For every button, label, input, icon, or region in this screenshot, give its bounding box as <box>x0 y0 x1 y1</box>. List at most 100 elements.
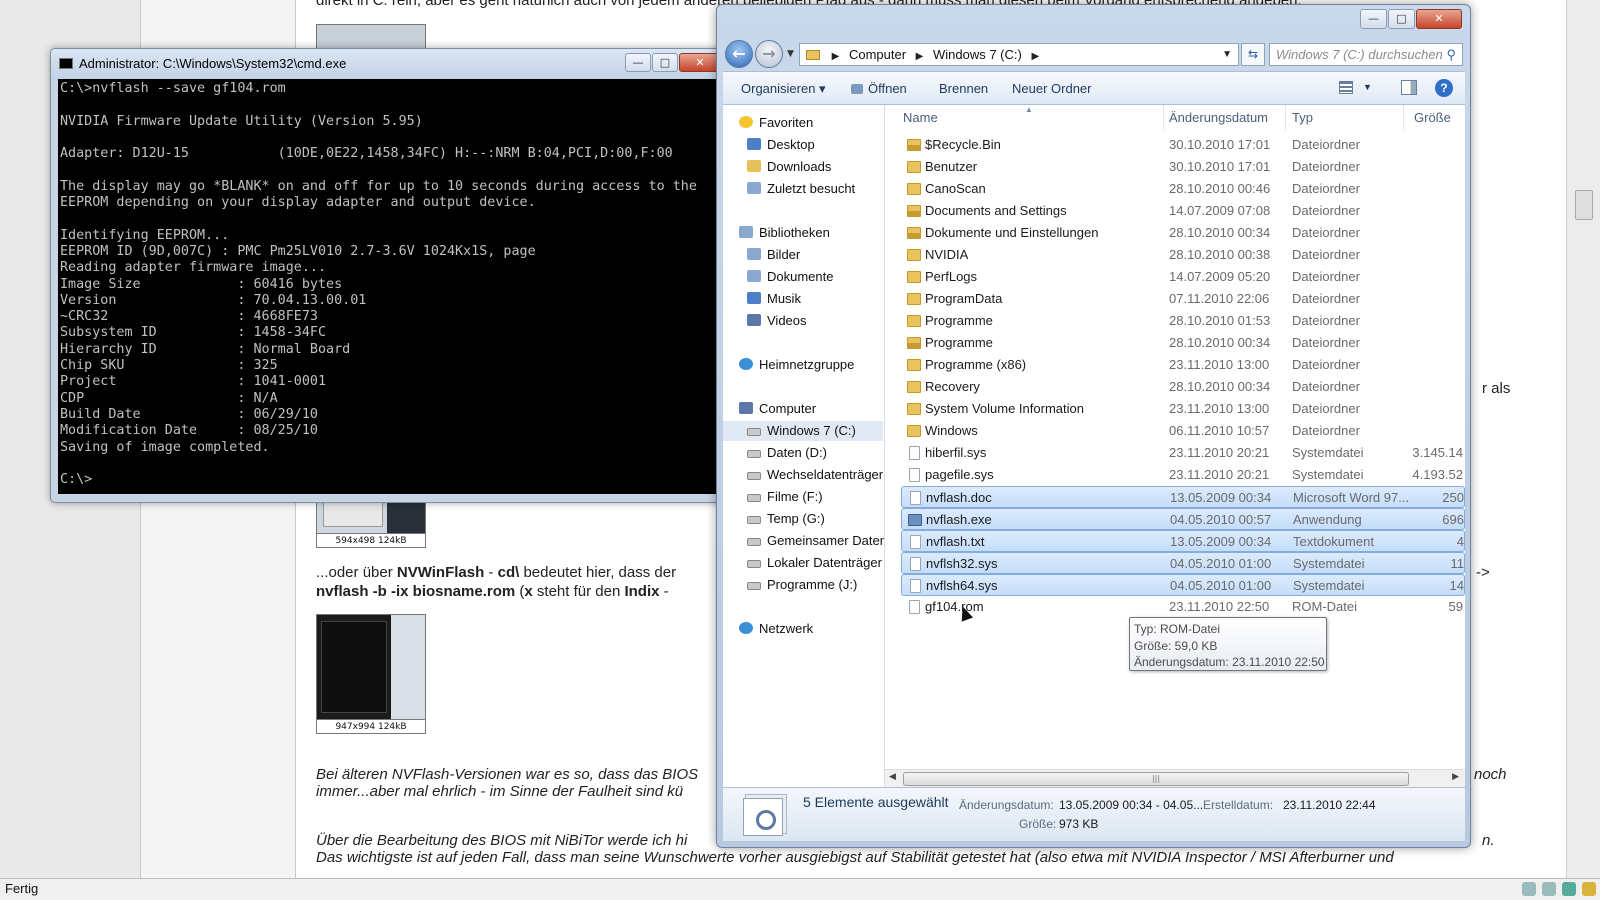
column-divider[interactable] <box>1163 105 1164 131</box>
nav-shared[interactable]: Gemeinsamer Daten <box>747 531 884 551</box>
nav-computer[interactable]: Computer <box>739 399 884 419</box>
column-name[interactable]: Name <box>903 105 938 131</box>
page-text-italic-2b: Das wichtigste ist auf jeden Fall, dass … <box>316 849 1394 866</box>
nav-favorites[interactable]: Favoriten <box>739 113 884 133</box>
breadcrumb-chevron-icon[interactable]: ▶ <box>916 51 924 62</box>
preview-pane-icon[interactable] <box>1401 80 1417 95</box>
history-dropdown-icon[interactable]: ▼ <box>787 49 794 59</box>
file-row[interactable]: Dokumente und Einstellungen 28.10.2010 00… <box>901 222 1465 244</box>
folder-icon <box>907 315 921 327</box>
file-row[interactable]: Programme (x86) 23.11.2010 13:00 Dateiordn… <box>901 354 1465 376</box>
column-type[interactable]: Typ <box>1292 105 1313 131</box>
nav-music[interactable]: Musik <box>747 289 884 309</box>
file-row[interactable]: Programme 28.10.2010 01:53 Dateiordner <box>901 310 1465 332</box>
page-scrollbar-thumb[interactable] <box>1575 190 1593 220</box>
file-row[interactable]: nvflash.doc 13.05.2009 00:34 Microsoft Wor… <box>901 486 1465 508</box>
thumbnail-2[interactable]: 947x994 124kB <box>316 614 426 734</box>
page-text-fragment-1: r als <box>1482 380 1511 397</box>
sort-arrow-icon: ▲ <box>1025 105 1033 114</box>
column-date[interactable]: Änderungsdatum <box>1169 105 1268 131</box>
file-row[interactable]: Windows 06.11.2010 10:57 Dateiordner <box>901 420 1465 442</box>
file-row[interactable]: nvflsh32.sys 04.05.2010 01:00 Systemdatei 1… <box>901 552 1465 574</box>
nav-drive-c[interactable]: Windows 7 (C:) <box>723 421 883 441</box>
nav-drive-g[interactable]: Temp (G:) <box>747 509 884 529</box>
scroll-right-icon[interactable]: ▶ <box>1452 772 1459 782</box>
breadcrumb-chevron-icon[interactable]: ▶ <box>1031 51 1039 62</box>
file-row[interactable]: Documents and Settings 14.07.2009 07:08 Da… <box>901 200 1465 222</box>
horizontal-scroll-thumb[interactable]: ||| <box>903 772 1409 786</box>
nav-drive-d[interactable]: Daten (D:) <box>747 443 884 463</box>
cmd-console[interactable]: C:\>nvflash --save gf104.rom NVIDIA Firmw… <box>58 79 720 494</box>
forward-button[interactable]: → <box>755 40 783 68</box>
nav-network[interactable]: Netzwerk <box>739 619 884 639</box>
open-button[interactable]: Öffnen <box>851 81 907 96</box>
file-row[interactable]: nvflsh64.sys 04.05.2010 01:00 Systemdatei 1… <box>901 574 1465 596</box>
breadcrumb-chevron-icon[interactable]: ▶ <box>832 51 840 62</box>
explorer-minimize-button[interactable]: — <box>1360 9 1387 29</box>
address-bar[interactable]: ▶ Computer ▶ Windows 7 (C:) ▶ ▼ <box>799 43 1239 66</box>
view-icon[interactable] <box>1339 81 1353 94</box>
nav-documents[interactable]: Dokumente <box>747 267 884 287</box>
help-icon[interactable]: ? <box>1435 79 1453 97</box>
tray-icon-2[interactable] <box>1542 882 1556 896</box>
page-text-or: ...oder über NVWinFlash - cd\ bedeutet h… <box>316 564 677 581</box>
organize-button[interactable]: Organisieren ▾ <box>741 81 826 97</box>
search-icon[interactable]: ⚲ <box>1446 44 1456 65</box>
console-line: CDP : N/A <box>60 390 278 406</box>
thumbnail-2-caption: 947x994 124kB <box>317 719 425 733</box>
nav-drive-j[interactable]: Programme (J:) <box>747 575 884 595</box>
tray-icon-4[interactable] <box>1582 882 1596 896</box>
burn-button[interactable]: Brennen <box>939 81 988 96</box>
cmd-titlebar[interactable]: Administrator: C:\Windows\System32\cmd.e… <box>51 49 727 79</box>
file-row[interactable]: pagefile.sys 23.11.2010 20:21 Systemdatei 4… <box>901 464 1465 486</box>
nav-desktop[interactable]: Desktop <box>747 135 884 155</box>
scroll-left-icon[interactable]: ◀ <box>889 772 896 782</box>
file-row[interactable]: $Recycle.Bin 30.10.2010 17:01 Dateiordner <box>901 134 1465 156</box>
nav-removable[interactable]: Wechseldatenträger <box>747 465 884 485</box>
file-row[interactable]: PerfLogs 14.07.2009 05:20 Dateiordner <box>901 266 1465 288</box>
column-divider[interactable] <box>1285 105 1286 131</box>
file-row[interactable]: nvflash.exe 04.05.2010 00:57 Anwendung 696 <box>901 508 1465 530</box>
back-button[interactable]: ← <box>725 40 753 68</box>
tray-icon-3[interactable] <box>1562 882 1576 896</box>
file-size: 59 <box>1448 599 1463 614</box>
nav-local[interactable]: Lokaler Datenträger <box>747 553 884 573</box>
tray-icon-1[interactable] <box>1522 882 1536 896</box>
file-row[interactable]: nvflash.txt 13.05.2009 00:34 Textdokument 4 <box>901 530 1465 552</box>
new-folder-button[interactable]: Neuer Ordner <box>1012 81 1091 96</box>
file-row[interactable]: Benutzer 30.10.2010 17:01 Dateiordner <box>901 156 1465 178</box>
file-row[interactable]: gf104.rom 23.11.2010 22:50 ROM-Datei 59 <box>901 596 1465 618</box>
file-row[interactable]: NVIDIA 28.10.2010 00:38 Dateiordner <box>901 244 1465 266</box>
file-row[interactable]: Recovery 28.10.2010 00:34 Dateiordner <box>901 376 1465 398</box>
nav-videos[interactable]: Videos <box>747 311 884 331</box>
nav-homegroup[interactable]: Heimnetzgruppe <box>739 355 884 375</box>
cmd-maximize-button[interactable]: □ <box>652 53 678 72</box>
column-divider[interactable] <box>1403 105 1404 131</box>
file-row[interactable]: hiberfil.sys 23.11.2010 20:21 Systemdatei 3… <box>901 442 1465 464</box>
cmd-close-button[interactable]: ✕ <box>679 53 721 72</box>
file-row[interactable]: ProgramData 07.11.2010 22:06 Dateiordner <box>901 288 1465 310</box>
refresh-button[interactable]: ⇆ <box>1241 43 1265 66</box>
horizontal-scrollbar[interactable]: ◀ ||| ▶ <box>885 769 1465 787</box>
nav-pictures[interactable]: Bilder <box>747 245 884 265</box>
file-row[interactable]: Programme 28.10.2010 00:34 Dateiordner <box>901 332 1465 354</box>
search-input[interactable]: Windows 7 (C:) durchsuchen ⚲ <box>1269 43 1463 66</box>
nav-drive-f[interactable]: Filme (F:) <box>747 487 884 507</box>
cmd-minimize-button[interactable]: — <box>625 53 651 72</box>
nav-downloads[interactable]: Downloads <box>747 157 884 177</box>
explorer-window[interactable]: — □ ✕ ← → ▼ ▶ Computer ▶ Windows 7 (C:) … <box>716 4 1471 848</box>
address-dropdown-icon[interactable]: ▼ <box>1222 44 1232 65</box>
nav-libraries[interactable]: Bibliotheken <box>739 223 884 243</box>
page-text-fragment-2: -> <box>1476 564 1490 581</box>
explorer-maximize-button[interactable]: □ <box>1388 9 1415 29</box>
breadcrumb-computer[interactable]: Computer <box>849 47 906 62</box>
column-size[interactable]: Größe <box>1414 105 1451 131</box>
nav-recent[interactable]: Zuletzt besucht <box>747 179 884 199</box>
cmd-window[interactable]: Administrator: C:\Windows\System32\cmd.e… <box>50 48 728 503</box>
breadcrumb-drive[interactable]: Windows 7 (C:) <box>933 47 1022 62</box>
page-scrollbar[interactable] <box>1566 0 1600 878</box>
explorer-close-button[interactable]: ✕ <box>1416 9 1462 29</box>
view-dropdown-icon[interactable]: ▼ <box>1363 82 1372 92</box>
file-row[interactable]: CanoScan 28.10.2010 00:46 Dateiordner <box>901 178 1465 200</box>
file-row[interactable]: System Volume Information 23.11.2010 13:0… <box>901 398 1465 420</box>
